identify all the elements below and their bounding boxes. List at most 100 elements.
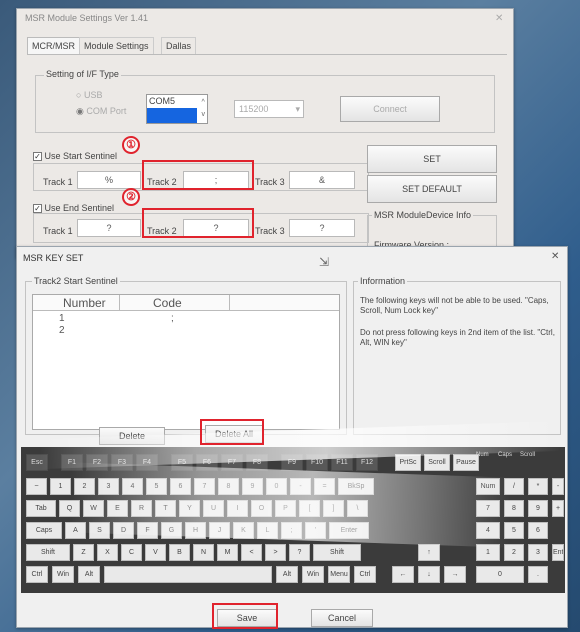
key-r[interactable]: R [131, 500, 152, 517]
column-code[interactable]: Code [153, 296, 182, 310]
close-icon[interactable]: ✕ [495, 13, 503, 24]
set-default-button[interactable]: SET DEFAULT [367, 175, 497, 203]
key-f8[interactable]: F8 [246, 454, 268, 471]
key-e[interactable]: E [107, 500, 128, 517]
key-esc[interactable]: Esc [26, 454, 48, 471]
key-f2[interactable]: F2 [86, 454, 108, 471]
column-number[interactable]: Number [63, 296, 106, 310]
key-t[interactable]: T [155, 500, 176, 517]
key-m[interactable]: M [217, 544, 238, 561]
com-port-list[interactable]: COM5 ^ v [146, 94, 208, 124]
baud-rate-select[interactable]: 115200 ▾ [234, 100, 304, 118]
start-track3-field[interactable]: & [289, 171, 355, 189]
key-prtsc[interactable]: PrtSc [395, 454, 421, 471]
key-f5[interactable]: F5 [171, 454, 193, 471]
com-port-item[interactable]: COM5 [147, 95, 207, 107]
key-v[interactable]: V [145, 544, 166, 561]
key-o[interactable]: O [251, 500, 272, 517]
key-f7[interactable]: F7 [221, 454, 243, 471]
key-h[interactable]: H [185, 522, 206, 539]
key-6[interactable]: 6 [170, 478, 191, 495]
end-track3-field[interactable]: ? [289, 219, 355, 237]
key-8[interactable]: 8 [218, 478, 239, 495]
key-shift[interactable]: Shift [26, 544, 70, 561]
key-b[interactable]: B [169, 544, 190, 561]
key-l[interactable]: L [257, 522, 278, 539]
key-ctrl[interactable]: Ctrl [26, 566, 48, 583]
key-set-close-icon[interactable]: ✕ [551, 251, 559, 262]
key-5[interactable]: 5 [504, 522, 524, 539]
key-2[interactable]: 2 [504, 544, 524, 561]
set-button[interactable]: SET [367, 145, 497, 173]
tab-dallas[interactable]: Dallas [161, 37, 197, 54]
key-w[interactable]: W [83, 500, 104, 517]
key-f9[interactable]: F9 [281, 454, 303, 471]
key-g[interactable]: G [161, 522, 182, 539]
key-1[interactable]: 1 [50, 478, 71, 495]
key-3[interactable]: 3 [528, 544, 548, 561]
end-track1-field[interactable]: ? [77, 219, 141, 237]
key-f[interactable]: F [137, 522, 158, 539]
key-[interactable]: = [314, 478, 335, 495]
key-1[interactable]: 1 [476, 544, 500, 561]
key-9[interactable]: 9 [528, 500, 548, 517]
key-[interactable]: * [528, 478, 548, 495]
key-s[interactable]: S [89, 522, 110, 539]
key-9[interactable]: 9 [242, 478, 263, 495]
key-7[interactable]: 7 [476, 500, 500, 517]
list-item[interactable]: 1 ; [33, 313, 339, 325]
key-n[interactable]: N [193, 544, 214, 561]
key-z[interactable]: Z [73, 544, 94, 561]
key-x[interactable]: X [97, 544, 118, 561]
key-2[interactable]: 2 [74, 478, 95, 495]
delete-button[interactable]: Delete [99, 427, 165, 445]
use-end-sentinel-checkbox[interactable]: ✓ Use End Sentinel [33, 203, 114, 213]
key-d[interactable]: D [113, 522, 134, 539]
key-win[interactable]: Win [302, 566, 324, 583]
radio-usb[interactable]: ○ USB [76, 90, 102, 100]
scroll-arrows-icon[interactable]: ^ v [202, 97, 206, 121]
connect-button[interactable]: Connect [340, 96, 440, 122]
key-[interactable]: . [528, 566, 548, 583]
key-4[interactable]: 4 [476, 522, 500, 539]
key-caps[interactable]: Caps [26, 522, 62, 539]
key-f6[interactable]: F6 [196, 454, 218, 471]
key-shift[interactable]: Shift [313, 544, 361, 561]
key-p[interactable]: P [275, 500, 296, 517]
key-[interactable]: - [290, 478, 311, 495]
key-c[interactable]: C [121, 544, 142, 561]
key-a[interactable]: A [65, 522, 86, 539]
key-f10[interactable]: F10 [306, 454, 328, 471]
key-enter[interactable]: Enter [329, 522, 369, 539]
key-f4[interactable]: F4 [136, 454, 158, 471]
key-7[interactable]: 7 [194, 478, 215, 495]
key-[interactable]: ↑ [418, 544, 440, 561]
key-bksp[interactable]: BkSp [338, 478, 374, 495]
key-[interactable]: → [444, 566, 466, 583]
key-ctrl[interactable]: Ctrl [354, 566, 376, 583]
key-num-lock[interactable]: Num Lock [476, 478, 500, 495]
key-y[interactable]: Y [179, 500, 200, 517]
key-[interactable]: / [504, 478, 524, 495]
start-track1-field[interactable]: % [77, 171, 141, 189]
key-tab[interactable]: Tab [26, 500, 56, 517]
key-q[interactable]: Q [59, 500, 80, 517]
key-[interactable]: < [241, 544, 262, 561]
key-enter[interactable]: Enter [552, 544, 564, 561]
key-4[interactable]: 4 [122, 478, 143, 495]
cancel-button[interactable]: Cancel [311, 609, 373, 627]
key-list[interactable]: Number Code 1 ; 2 [32, 294, 340, 430]
radio-com-port[interactable]: ◉ COM Port [76, 106, 126, 117]
key-[interactable]: - [552, 478, 564, 495]
tab-module-settings[interactable]: Module Settings [79, 37, 154, 54]
key-f3[interactable]: F3 [111, 454, 133, 471]
key-alt[interactable]: Alt [276, 566, 298, 583]
key-6[interactable]: 6 [528, 522, 548, 539]
key-i[interactable]: I [227, 500, 248, 517]
key-0[interactable]: 0 [266, 478, 287, 495]
key-[interactable]: ← [392, 566, 414, 583]
key-f12[interactable]: F12 [356, 454, 378, 471]
key-scroll[interactable]: Scroll [424, 454, 450, 471]
key-j[interactable]: J [209, 522, 230, 539]
key-[interactable]: + [552, 500, 564, 517]
